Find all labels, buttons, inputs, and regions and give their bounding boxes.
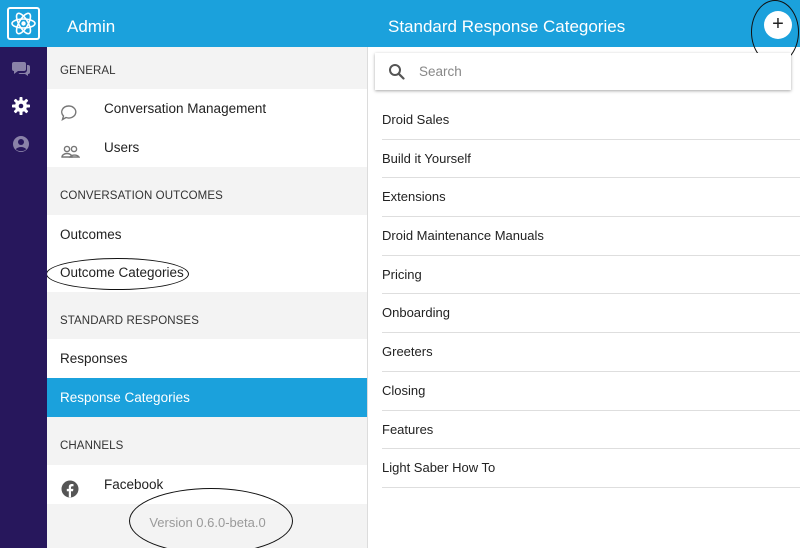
category-row[interactable]: Onboarding [382, 294, 800, 334]
sidebar-item-label: Outcome Categories [60, 265, 184, 280]
facebook-icon [60, 475, 80, 498]
chat-bubble-icon[interactable] [10, 57, 32, 79]
category-row[interactable]: Greeters [382, 333, 800, 372]
settings-sidebar: GENERAL Conversation Management Users CO… [47, 47, 368, 548]
sidebar-item-responses[interactable]: Responses [47, 339, 367, 378]
search-icon [388, 63, 405, 85]
sidebar-item-conversation-management[interactable]: Conversation Management [47, 89, 367, 128]
category-row[interactable]: Light Saber How To [382, 449, 800, 488]
sidebar-item-facebook[interactable]: Facebook [47, 465, 367, 504]
category-row[interactable]: Droid Maintenance Manuals [382, 217, 800, 256]
search-input[interactable] [419, 53, 779, 90]
section-heading-standard-responses: STANDARD RESPONSES [60, 315, 199, 327]
people-icon [60, 138, 81, 158]
category-row[interactable]: Closing [382, 372, 800, 411]
sidebar-item-label: Response Categories [60, 390, 190, 405]
sidebar-item-label: Outcomes [60, 227, 122, 242]
section-heading-conversation-outcomes: CONVERSATION OUTCOMES [60, 190, 223, 202]
sidebar-item-label: Users [104, 140, 140, 155]
chat-bubble-outline-icon [60, 99, 80, 121]
atom-logo-icon[interactable] [0, 0, 47, 47]
sidebar-item-response-categories[interactable]: Response Categories [47, 378, 367, 417]
add-category-button[interactable]: + [764, 11, 792, 39]
version-label: Version 0.6.0-beta.0 [149, 515, 266, 530]
sidebar-item-label: Conversation Management [104, 101, 267, 116]
category-row[interactable]: Droid Sales [382, 101, 800, 140]
sidebar-item-outcome-categories[interactable]: Outcome Categories [47, 253, 367, 292]
app-rail [0, 0, 47, 548]
category-list: Droid Sales Build it Yourself Extensions Dr… [382, 101, 800, 488]
admin-title: Admin [67, 17, 116, 36]
section-heading-general: GENERAL [60, 65, 116, 77]
app-header: Admin Standard Response Categories + [47, 0, 800, 47]
category-row[interactable]: Features [382, 411, 800, 450]
section-heading-channels: CHANNELS [60, 440, 124, 452]
account-icon[interactable] [10, 133, 32, 155]
gear-icon[interactable] [10, 95, 32, 117]
page-title: Standard Response Categories [388, 17, 626, 36]
sidebar-item-users[interactable]: Users [47, 128, 367, 167]
sidebar-item-outcomes[interactable]: Outcomes [47, 215, 367, 254]
category-row[interactable]: Build it Yourself [382, 140, 800, 179]
category-row[interactable]: Extensions [382, 178, 800, 218]
sidebar-item-label: Facebook [104, 477, 164, 492]
category-row[interactable]: Pricing [382, 256, 800, 295]
search-bar [375, 53, 791, 90]
sidebar-item-label: Responses [60, 351, 128, 366]
